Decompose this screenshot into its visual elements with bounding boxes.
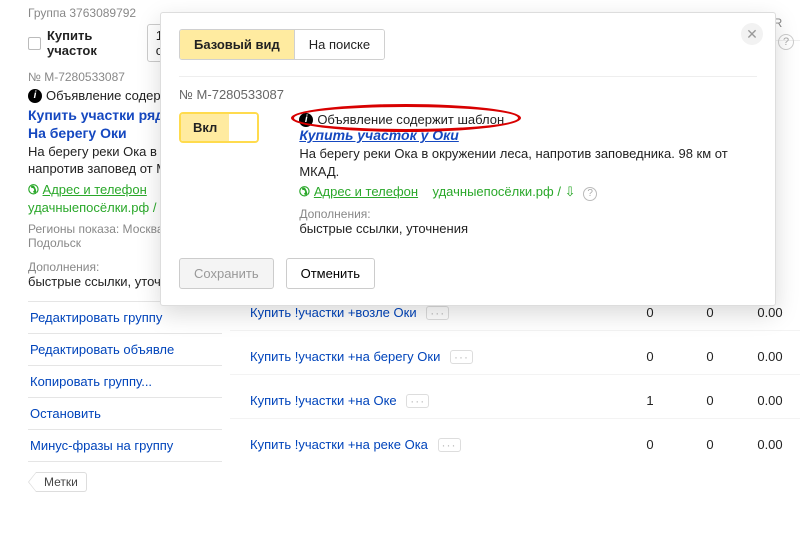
phone-icon: ✆ xyxy=(28,182,39,198)
ad-editor-modal: ✕ Базовый вид На поиске № M-7280533087 В… xyxy=(160,12,776,306)
info-icon: i xyxy=(299,113,313,127)
edit-ad-link[interactable]: Редактировать объявле xyxy=(28,334,222,366)
keyword-link[interactable]: Купить !участки +на реке Ока xyxy=(250,437,428,452)
slash: / xyxy=(153,200,160,215)
edit-group-link[interactable]: Редактировать группу xyxy=(28,302,222,334)
toggle-on-label: Вкл xyxy=(181,114,229,141)
modal-template-warning: Объявление содержит шаблон xyxy=(317,112,504,127)
tree-icon: ⇩ xyxy=(565,184,576,199)
modal-extensions-value: быстрые ссылки, уточнения xyxy=(299,221,757,236)
tags-pill[interactable]: Метки xyxy=(28,472,222,492)
cell-ctr: 0.00 xyxy=(740,437,800,452)
keyword-menu-icon[interactable]: ··· xyxy=(438,438,461,452)
divider xyxy=(179,76,757,77)
phone-icon: ✆ xyxy=(299,184,310,200)
tags-label: Метки xyxy=(36,472,87,492)
cell-impressions: 0 xyxy=(620,437,680,452)
cell-ctr: 0.00 xyxy=(740,349,800,364)
cell-clicks: 0 xyxy=(680,349,740,364)
cancel-button[interactable]: Отменить xyxy=(286,258,375,289)
keyword-menu-icon[interactable]: ··· xyxy=(406,394,429,408)
view-tabs: Базовый вид На поиске xyxy=(179,29,385,60)
cell-clicks: 0 xyxy=(680,393,740,408)
keyword-menu-icon[interactable]: ··· xyxy=(450,350,473,364)
group-checkbox[interactable] xyxy=(28,37,41,50)
keyword-menu-icon[interactable]: ··· xyxy=(426,306,449,320)
vcard-link[interactable]: Адрес и телефон xyxy=(43,182,147,197)
cell-impressions: 1 xyxy=(620,393,680,408)
cell-clicks: 0 xyxy=(680,305,740,320)
modal-extensions-label: Дополнения: xyxy=(299,207,757,221)
modal-ad-headline[interactable]: Купить участок у Оки xyxy=(299,127,757,143)
minus-words-link[interactable]: Минус-фразы на группу xyxy=(28,430,222,462)
keyword-link[interactable]: Купить !участки +возле Оки xyxy=(250,305,417,320)
table-row: Купить !участки +на реке Ока ··· 0 0 0.0… xyxy=(230,419,800,462)
close-icon[interactable]: ✕ xyxy=(741,23,763,45)
info-icon: i xyxy=(28,89,42,103)
display-domain: удачныепосёлки.рф xyxy=(28,200,149,215)
cell-ctr: 0.00 xyxy=(740,393,800,408)
cell-impressions: 0 xyxy=(620,305,680,320)
save-button: Сохранить xyxy=(179,258,274,289)
template-warning: Объявление содерж xyxy=(46,88,169,103)
group-name: Купить участок xyxy=(47,28,135,58)
table-row: Купить !участки +на берегу Оки ··· 0 0 0… xyxy=(230,331,800,375)
modal-display-domain: удачныепосёлки.рф xyxy=(433,184,554,199)
modal-ad-number: № M-7280533087 xyxy=(179,87,757,102)
stop-link[interactable]: Остановить xyxy=(28,398,222,430)
modal-ad-description: На берегу реки Ока в окружении леса, нап… xyxy=(299,145,757,180)
keyword-link[interactable]: Купить !участки +на берегу Оки xyxy=(250,349,440,364)
help-icon[interactable]: ? xyxy=(583,187,597,201)
tab-basic-view[interactable]: Базовый вид xyxy=(180,30,294,59)
cell-ctr: 0.00 xyxy=(740,305,800,320)
modal-vcard-link[interactable]: Адрес и телефон xyxy=(314,184,418,199)
copy-group-link[interactable]: Копировать группу... xyxy=(28,366,222,398)
toggle-off-slot xyxy=(229,114,257,141)
table-row: Купить !участки +на Оке ··· 1 0 0.00 xyxy=(230,375,800,419)
cell-impressions: 0 xyxy=(620,349,680,364)
cell-clicks: 0 xyxy=(680,437,740,452)
keyword-link[interactable]: Купить !участки +на Оке xyxy=(250,393,397,408)
status-toggle[interactable]: Вкл xyxy=(179,112,259,143)
help-icon[interactable]: ? xyxy=(778,34,794,50)
tab-search-view[interactable]: На поиске xyxy=(294,30,384,59)
